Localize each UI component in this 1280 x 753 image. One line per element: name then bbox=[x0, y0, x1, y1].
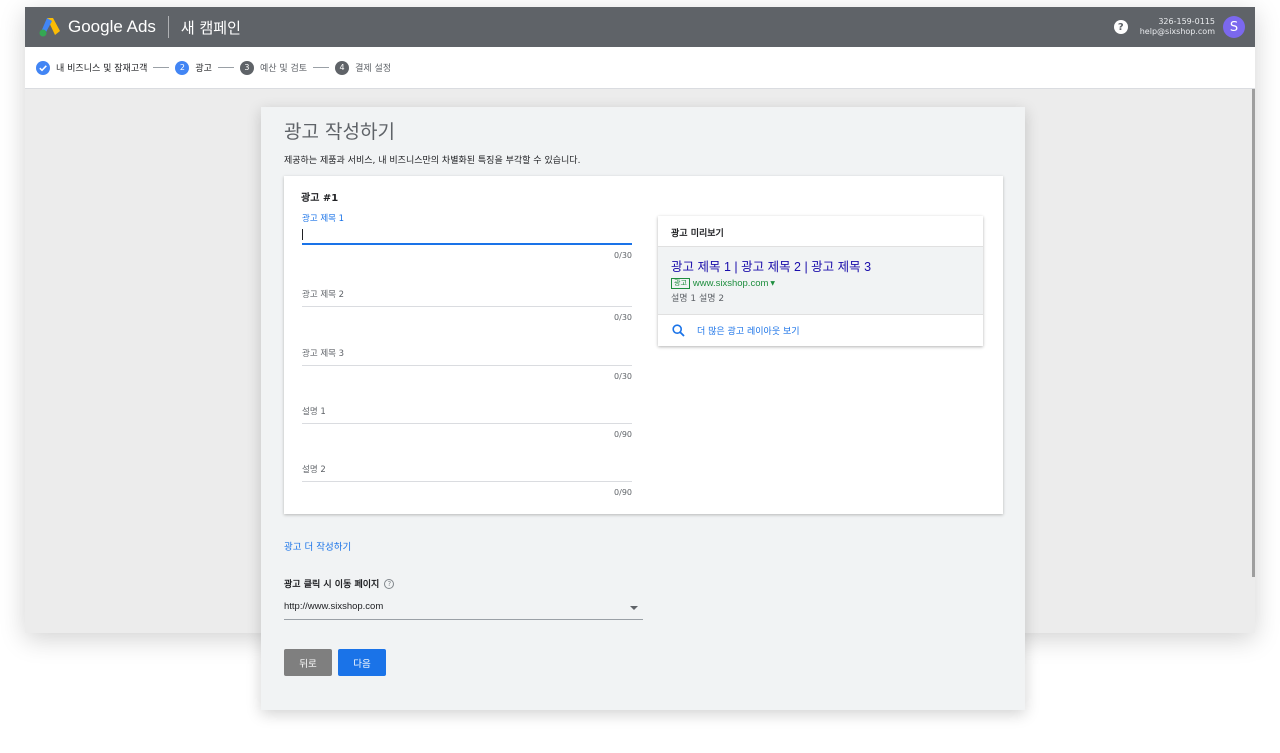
dropdown-arrow-icon bbox=[630, 606, 638, 610]
preview-url: www.sixshop.com bbox=[692, 278, 769, 289]
preview-headline: 광고 제목 1 | 광고 제목 2 | 광고 제목 3 bbox=[671, 260, 872, 274]
final-url-label-text: 광고 클릭 시 이동 페이지 bbox=[284, 580, 380, 590]
ad-card-title: 광고 #1 bbox=[301, 193, 339, 204]
help-circle-icon[interactable]: ? bbox=[1113, 20, 1128, 34]
account-id: 326-159-0115 bbox=[1158, 17, 1215, 26]
text-cursor bbox=[302, 229, 303, 240]
header-divider bbox=[167, 16, 169, 38]
page-title: 광고 작성하기 bbox=[284, 121, 395, 143]
field-label: 설명 1 bbox=[302, 407, 326, 417]
create-ad-panel: 광고 작성하기 제공하는 제품과 서비스, 내 비즈니스만의 차별화된 특징을 … bbox=[261, 107, 1025, 710]
char-counter: 0/90 bbox=[614, 430, 632, 439]
ad-card: 광고 #1 광고 제목 1 0/30 광고 제목 2 0/30 광고 제목 3 … bbox=[284, 176, 1003, 514]
top-bar: Google Ads 새 캠페인 ? 326-159-0115 help@six… bbox=[25, 7, 1255, 47]
more-layouts-link[interactable]: 더 많은 광고 레이아웃 보기 bbox=[658, 315, 983, 346]
step-label: 내 비즈니스 및 잠재고객 bbox=[56, 64, 148, 74]
step-connector bbox=[313, 67, 330, 68]
more-layouts-label: 더 많은 광고 레이아웃 보기 bbox=[697, 327, 800, 337]
field-label: 광고 제목 3 bbox=[302, 349, 345, 359]
field-label: 광고 제목 2 bbox=[302, 290, 345, 300]
step-business[interactable]: 내 비즈니스 및 잠재고객 bbox=[36, 60, 148, 75]
google-ads-logo-icon bbox=[39, 18, 60, 37]
brand-name: Google Ads bbox=[68, 17, 156, 36]
headline-2-field[interactable]: 광고 제목 2 0/30 bbox=[302, 288, 632, 322]
account-email: help@sixshop.com bbox=[1139, 27, 1215, 36]
check-circle-icon bbox=[36, 60, 50, 75]
google-ads-logo[interactable]: Google Ads bbox=[39, 17, 156, 37]
final-url-select[interactable]: http://www.sixshop.com bbox=[284, 597, 643, 620]
description-2-field[interactable]: 설명 2 0/90 bbox=[302, 463, 632, 497]
campaign-name: 새 캠페인 bbox=[180, 18, 241, 37]
char-counter: 0/30 bbox=[614, 372, 632, 381]
account-area: ? 326-159-0115 help@sixshop.com S bbox=[1113, 7, 1245, 47]
back-button[interactable]: 뒤로 bbox=[284, 649, 332, 676]
field-label: 광고 제목 1 bbox=[302, 214, 345, 224]
preview-description: 설명 1 설명 2 bbox=[671, 294, 725, 304]
final-url-value: http://www.sixshop.com bbox=[284, 601, 384, 612]
scrollbar-thumb[interactable] bbox=[1252, 89, 1255, 577]
field-label: 설명 2 bbox=[302, 465, 326, 475]
step-number: 2 bbox=[175, 60, 190, 75]
avatar[interactable]: S bbox=[1223, 16, 1245, 38]
field-underline bbox=[302, 481, 632, 482]
help-question-icon[interactable]: ? bbox=[384, 578, 395, 589]
next-button[interactable]: 다음 bbox=[338, 649, 386, 676]
field-underline bbox=[302, 243, 632, 245]
step-payment[interactable]: 4 결제 설정 bbox=[335, 60, 392, 75]
step-ads[interactable]: 2 광고 bbox=[175, 60, 212, 75]
step-connector bbox=[217, 67, 234, 68]
step-label: 결제 설정 bbox=[355, 64, 392, 74]
account-info[interactable]: 326-159-0115 help@sixshop.com bbox=[1140, 17, 1215, 37]
caret-down-icon: ▼ bbox=[770, 280, 776, 287]
char-counter: 0/30 bbox=[614, 313, 632, 322]
field-underline bbox=[302, 306, 632, 307]
add-more-ads-link[interactable]: 광고 더 작성하기 bbox=[284, 539, 351, 553]
preview-body: 광고 제목 1 | 광고 제목 2 | 광고 제목 3 광고 www.sixsh… bbox=[658, 247, 983, 315]
page-description: 제공하는 제품과 서비스, 내 비즈니스만의 차별화된 특징을 부각할 수 있습… bbox=[284, 156, 581, 166]
step-number: 3 bbox=[239, 60, 254, 75]
char-counter: 0/30 bbox=[614, 251, 632, 260]
ad-preview: 광고 미리보기 광고 제목 1 | 광고 제목 2 | 광고 제목 3 광고 w… bbox=[658, 216, 983, 346]
field-underline bbox=[302, 423, 632, 424]
description-1-field[interactable]: 설명 1 0/90 bbox=[302, 405, 632, 439]
step-label: 광고 bbox=[195, 64, 212, 74]
step-budget[interactable]: 3 예산 및 검토 bbox=[239, 60, 308, 75]
headline-3-field[interactable]: 광고 제목 3 0/30 bbox=[302, 347, 632, 381]
char-counter: 0/90 bbox=[614, 488, 632, 497]
final-url-label: 광고 클릭 시 이동 페이지 ? bbox=[284, 577, 395, 590]
preview-url-row: 광고 www.sixshop.com ▼ bbox=[671, 278, 970, 289]
progress-stepper: 내 비즈니스 및 잠재고객 2 광고 3 예산 및 검토 4 결제 설정 bbox=[25, 47, 1255, 89]
ad-badge: 광고 bbox=[671, 278, 690, 289]
field-underline bbox=[302, 365, 632, 366]
search-icon bbox=[672, 324, 685, 337]
step-connector bbox=[153, 67, 170, 68]
step-label: 예산 및 검토 bbox=[259, 64, 308, 74]
step-number: 4 bbox=[335, 60, 350, 75]
headline-1-field[interactable]: 광고 제목 1 0/30 bbox=[302, 212, 632, 260]
preview-title: 광고 미리보기 bbox=[658, 216, 983, 247]
